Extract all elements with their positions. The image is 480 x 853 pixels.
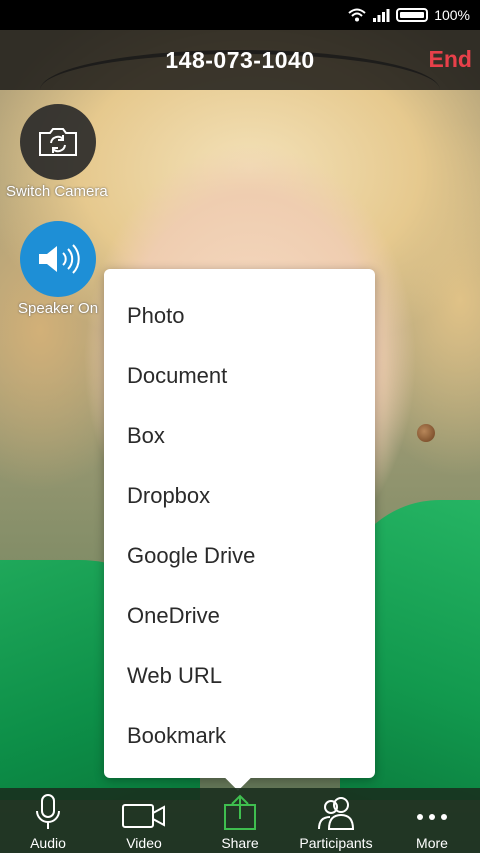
menu-item-onedrive[interactable]: OneDrive — [104, 586, 375, 646]
speaker-icon — [39, 244, 80, 274]
participants-icon — [318, 797, 355, 830]
microphone-icon — [36, 794, 60, 829]
menu-item-bookmark[interactable]: Bookmark — [104, 706, 375, 766]
more-label: More — [416, 835, 448, 851]
battery-percent: 100% — [434, 7, 470, 23]
wifi-icon — [348, 8, 366, 22]
end-button[interactable]: End — [429, 46, 472, 73]
speaker-button[interactable] — [20, 221, 96, 297]
switch-camera-label: Switch Camera — [6, 183, 108, 200]
battery-icon — [396, 8, 429, 22]
more-dots-icon — [417, 814, 447, 820]
share-label: Share — [221, 835, 259, 851]
share-upload-icon — [224, 794, 256, 830]
menu-item-box[interactable]: Box — [104, 406, 375, 466]
switch-camera-button[interactable] — [20, 104, 96, 180]
participants-button[interactable]: Participants — [288, 788, 384, 853]
video-label: Video — [126, 835, 162, 851]
share-button[interactable]: Share — [192, 788, 288, 853]
menu-item-document[interactable]: Document — [104, 346, 375, 406]
audio-button[interactable]: Audio — [0, 788, 96, 853]
status-bar: 100% — [0, 0, 480, 30]
call-header: 148-073-1040 End — [0, 30, 480, 90]
more-button[interactable]: More — [384, 788, 480, 853]
bottom-toolbar: Audio Video Share Participants More — [0, 788, 480, 853]
video-detail — [417, 424, 435, 442]
menu-item-photo[interactable]: Photo — [104, 286, 375, 346]
video-button[interactable]: Video — [96, 788, 192, 853]
speaker-label: Speaker On — [18, 300, 99, 317]
audio-label: Audio — [30, 835, 66, 851]
menu-item-dropbox[interactable]: Dropbox — [104, 466, 375, 526]
meeting-id: 148-073-1040 — [165, 46, 315, 73]
camera-switch-icon — [39, 128, 77, 156]
video-camera-icon — [122, 804, 165, 828]
signal-icon — [373, 9, 390, 22]
share-menu: Photo Document Box Dropbox Google Drive … — [104, 269, 375, 778]
participants-label: Participants — [299, 835, 373, 851]
menu-item-google-drive[interactable]: Google Drive — [104, 526, 375, 586]
menu-item-web-url[interactable]: Web URL — [104, 646, 375, 706]
